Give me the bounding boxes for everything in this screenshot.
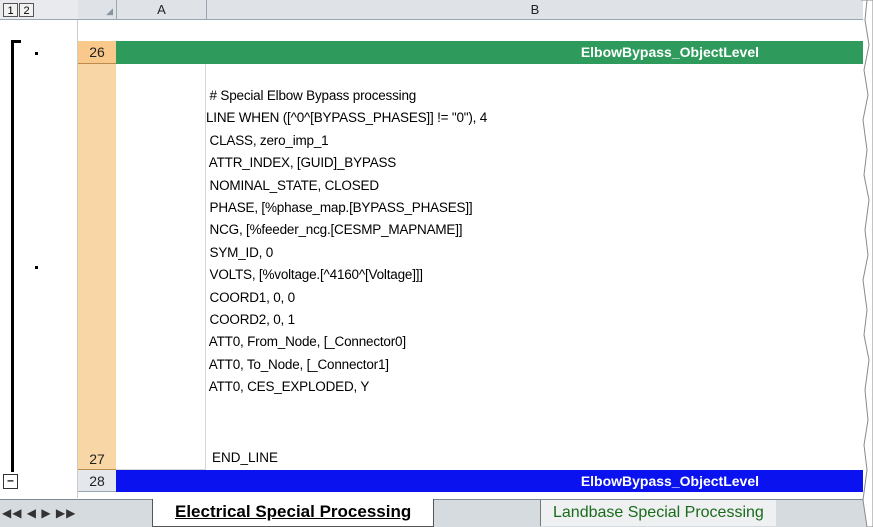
code-line: ATT0, From_Node, [_Connector0] <box>206 334 406 350</box>
cell-b27-content[interactable]: # Special Elbow Bypass processing LINE WH… <box>206 85 856 398</box>
outline-level-1-button[interactable]: 1 <box>3 3 18 17</box>
code-line: SYM_ID, 0 <box>206 244 274 260</box>
outline-bracket <box>11 40 14 472</box>
row-header-28[interactable]: 28 <box>78 470 116 492</box>
code-line: # Special Elbow Bypass processing <box>206 88 417 103</box>
row-28-band[interactable]: ElbowBypass_ObjectLevel <box>116 470 863 492</box>
collapse-group-button[interactable]: – <box>3 474 18 489</box>
row-header-26[interactable]: 26 <box>78 41 116 64</box>
cell-a27[interactable] <box>116 64 206 470</box>
code-line: PHASE, [%phase_map.[BYPASS_PHASES]] <box>206 199 473 215</box>
code-line: NCG, [%feeder_ncg.[CESMP_MAPNAME]] <box>206 222 463 238</box>
outline-dot <box>35 52 38 55</box>
column-header-a[interactable]: A <box>116 0 206 20</box>
spreadsheet-area: 1 2 ◢ A B – 26 ElbowBypass_ObjectLevel 2… <box>0 0 863 527</box>
cell-b27-end-line: END_LINE <box>212 450 279 465</box>
row-header-27[interactable] <box>78 64 116 470</box>
tab-electrical-special-processing[interactable]: Electrical Special Processing <box>152 499 435 527</box>
code-line: VOLTS, [%voltage.[^4160^[Voltage]]] <box>206 267 424 283</box>
tab-landbase-special-processing[interactable]: Landbase Special Processing <box>540 500 776 526</box>
code-line: COORD1, 0, 0 <box>206 289 296 305</box>
code-line: NOMINAL_STATE, CLOSED <box>206 177 380 193</box>
select-all-corner[interactable]: ◢ <box>78 0 116 20</box>
row-header-27-label[interactable]: 27 <box>78 448 116 470</box>
outline-dot <box>35 266 38 269</box>
torn-edge-decoration <box>861 0 873 527</box>
row-26-band[interactable]: ElbowBypass_ObjectLevel <box>116 41 863 64</box>
sheet-tabs-bar: ◀◀ ◀ ▶ ▶▶ Electrical Special Processing … <box>0 499 873 527</box>
outline-level-2-button[interactable]: 2 <box>19 3 34 17</box>
code-line: ATT0, CES_EXPLODED, Y <box>206 379 370 395</box>
tab-scroll-arrows[interactable]: ◀◀ ◀ ▶ ▶▶ <box>2 506 76 520</box>
column-header-b[interactable]: B <box>206 0 863 20</box>
code-line: ATTR_INDEX, [GUID]_BYPASS <box>206 155 397 171</box>
code-line: COORD2, 0, 1 <box>206 311 296 327</box>
code-line: LINE WHEN ([^0^[BYPASS_PHASES]] != "0"),… <box>206 110 488 126</box>
code-line: ATT0, To_Node, [_Connector1] <box>206 356 389 372</box>
code-line: CLASS, zero_imp_1 <box>206 132 329 148</box>
